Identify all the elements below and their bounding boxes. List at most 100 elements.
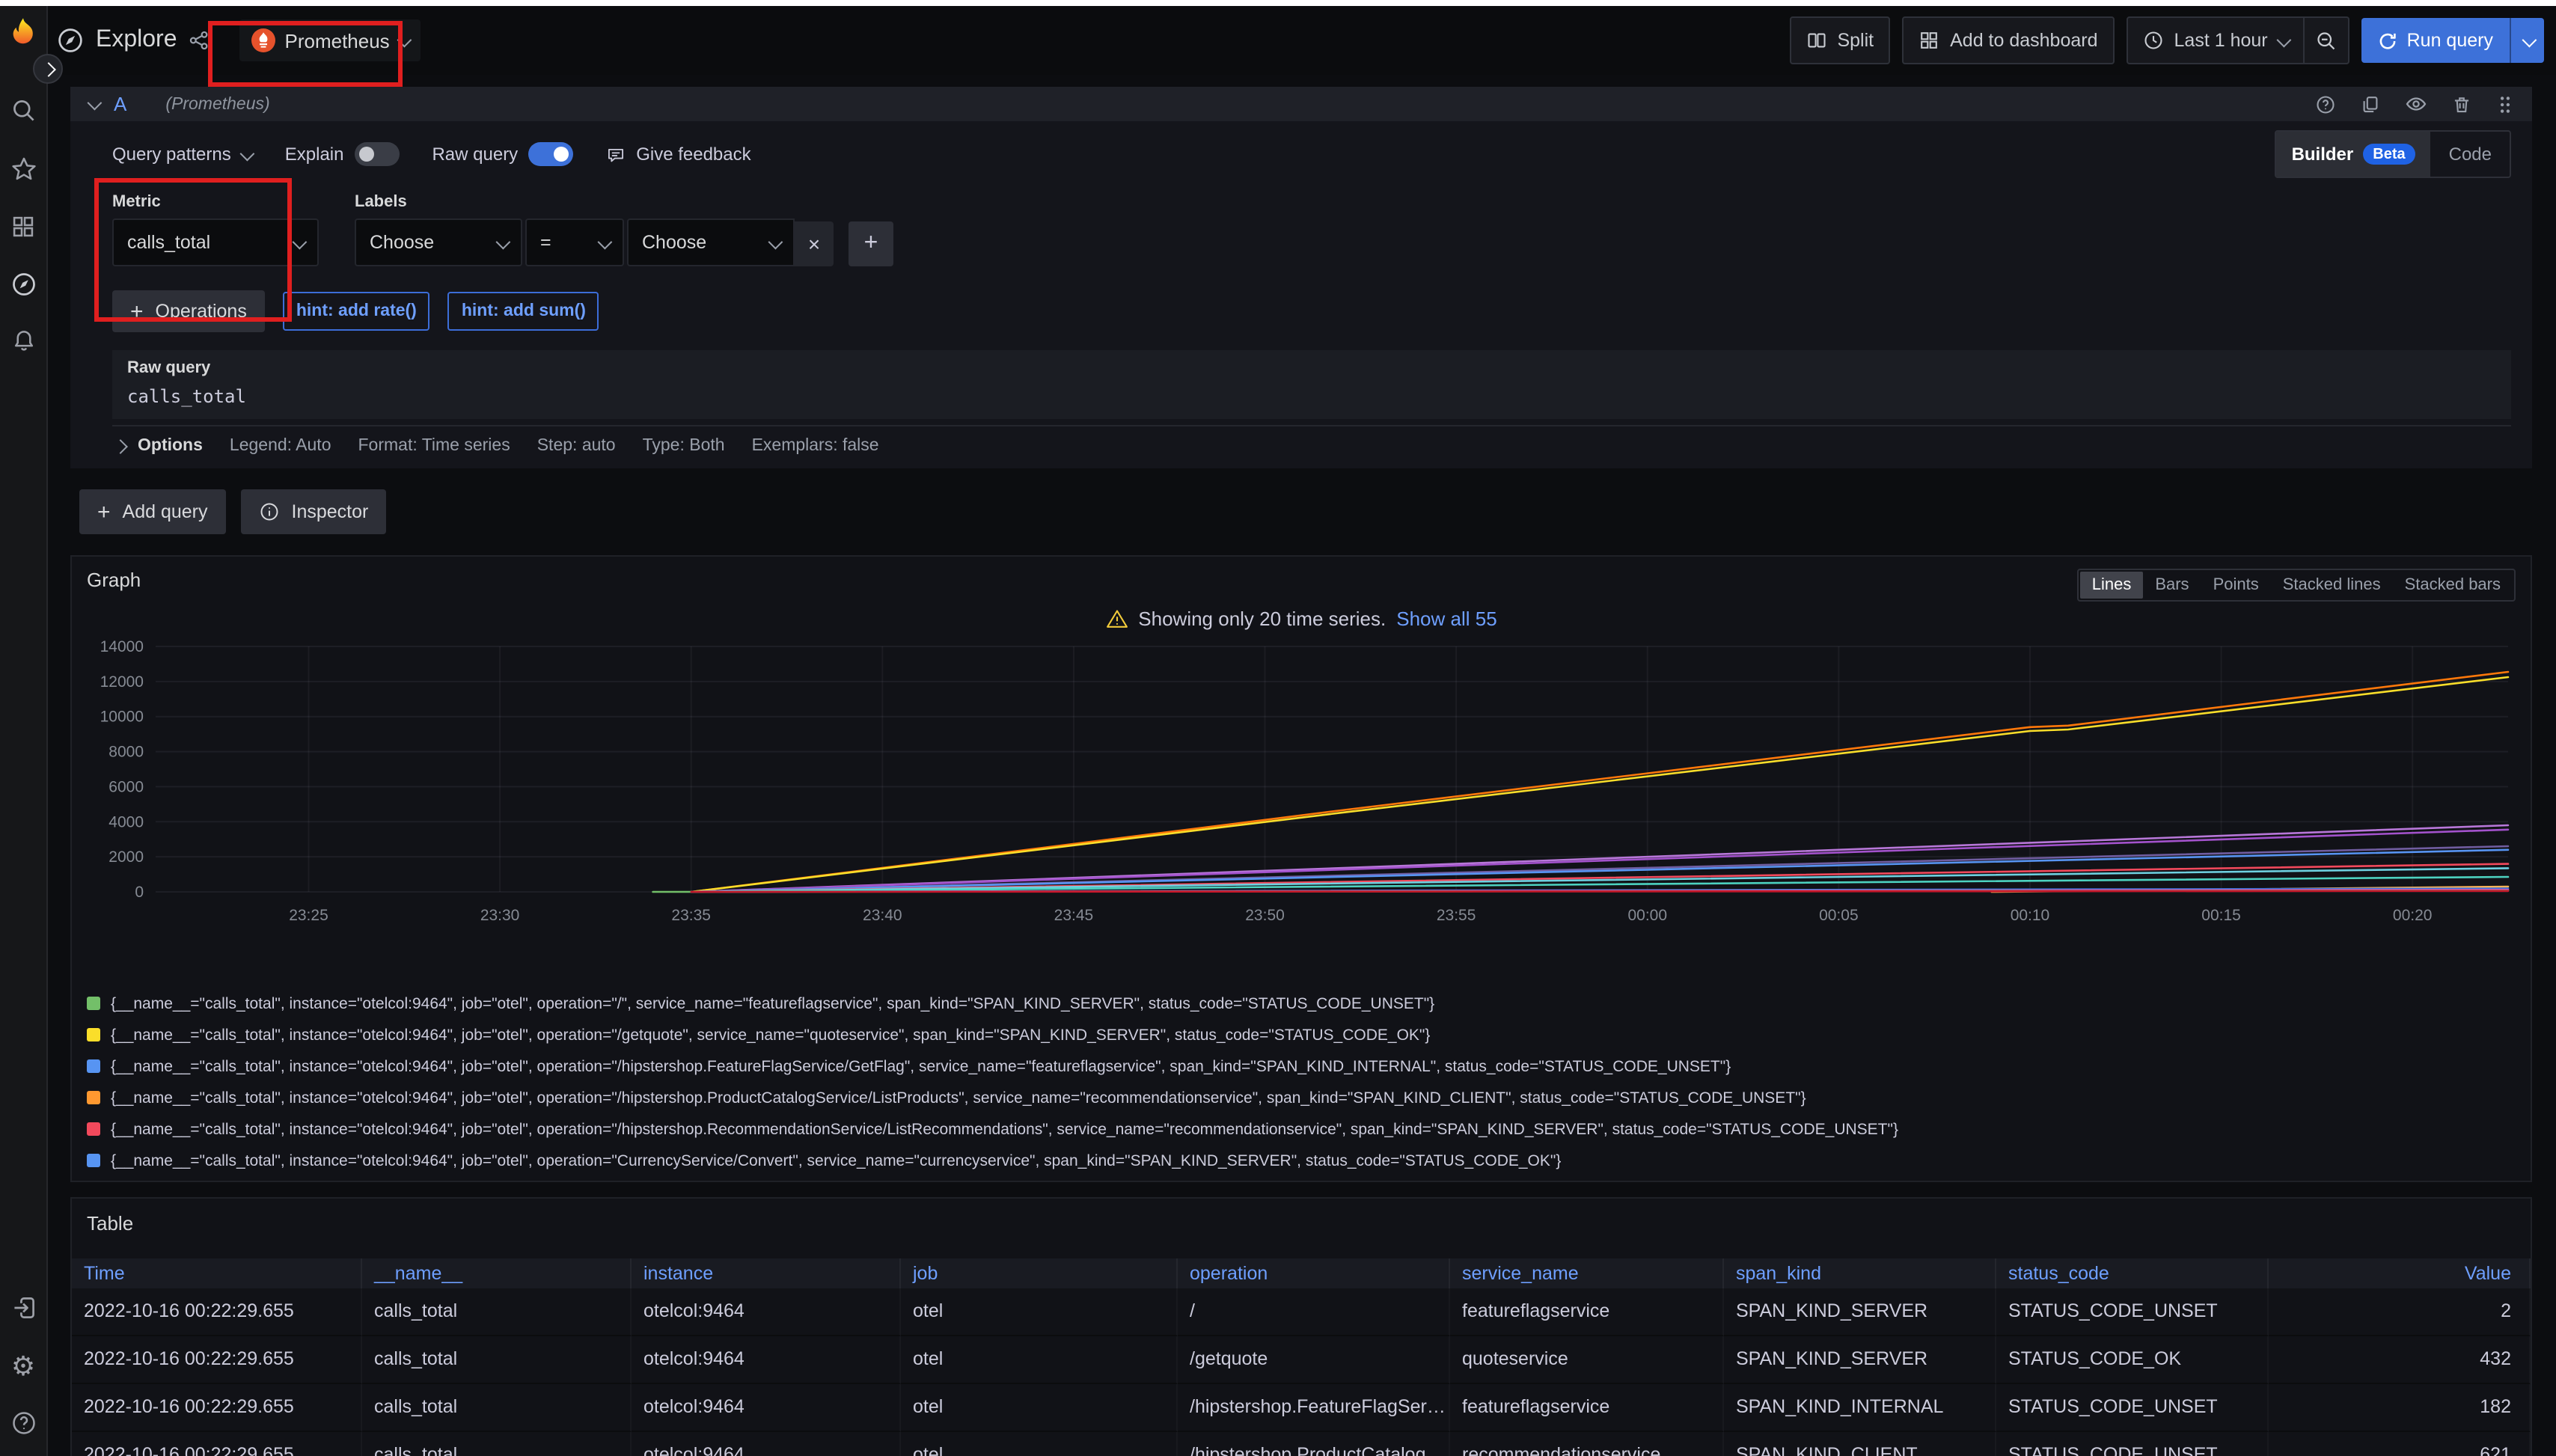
main-content: A (Prometheus) (70, 75, 2532, 1456)
plus-icon: + (864, 230, 878, 257)
inspector-button[interactable]: Inspector (241, 489, 387, 534)
star-icon[interactable] (0, 156, 46, 183)
column-header-job[interactable]: job (901, 1258, 1178, 1288)
add-to-dashboard-button[interactable]: Add to dashboard (1902, 16, 2114, 64)
query-editor-body: Query patterns Explain Raw query (70, 136, 2532, 465)
table-cell: 2022-10-16 00:22:29.655 (72, 1288, 362, 1336)
add-to-dashboard-label: Add to dashboard (1950, 30, 2097, 51)
duplicate-query-icon[interactable] (2360, 94, 2381, 114)
mode-stacked-lines[interactable]: Stacked lines (2271, 572, 2393, 599)
column-header-operation[interactable]: operation (1178, 1258, 1450, 1288)
query-row-actions (2315, 93, 2514, 115)
table-cell: recommendationservice (1450, 1432, 1724, 1456)
split-button[interactable]: Split (1789, 16, 1890, 64)
help-icon[interactable] (0, 1410, 46, 1437)
svg-text:23:55: 23:55 (1437, 907, 1476, 924)
graph-svg[interactable]: 0200040006000800010000120001400023:2523:… (87, 634, 2519, 928)
legend-swatch (87, 997, 100, 1010)
time-range-picker[interactable]: Last 1 hour (2127, 16, 2305, 64)
column-header-name[interactable]: __name__ (362, 1258, 632, 1288)
query-patterns-dropdown[interactable]: Query patterns (112, 144, 252, 165)
svg-text:00:05: 00:05 (1819, 907, 1859, 924)
run-query-main[interactable]: Run query (2362, 18, 2510, 63)
graph-header: Graph Lines Bars Points Stacked lines St… (87, 569, 2516, 602)
metric-select[interactable]: calls_total (112, 218, 319, 266)
mode-bars[interactable]: Bars (2143, 572, 2201, 599)
sidebar-expand-button[interactable] (33, 54, 63, 84)
raw-query-toggle[interactable] (528, 142, 573, 166)
legend-item[interactable]: {__name__="calls_total", instance="otelc… (87, 1145, 2516, 1176)
delete-query-trash-icon[interactable] (2451, 94, 2472, 114)
svg-text:23:40: 23:40 (863, 907, 902, 924)
page-title: Explore (96, 27, 177, 54)
label-op-select[interactable]: = (525, 218, 624, 266)
mode-lines[interactable]: Lines (2080, 572, 2144, 599)
mode-points[interactable]: Points (2201, 572, 2271, 599)
legend-item[interactable]: {__name__="calls_total", instance="otelc… (87, 1019, 2516, 1050)
explore-compass-icon (57, 27, 84, 54)
query-help-icon[interactable] (2315, 94, 2336, 114)
column-header-spankind[interactable]: span_kind (1724, 1258, 1996, 1288)
label-key-select[interactable]: Choose (355, 218, 522, 266)
hint-add-rate-button[interactable]: hint: add rate() (283, 292, 430, 331)
table-cell: otel (901, 1432, 1178, 1456)
query-row-header[interactable]: A (Prometheus) (70, 87, 2532, 121)
zoom-out-button[interactable] (2305, 16, 2350, 64)
table-cell: featureflagservice (1450, 1384, 1724, 1432)
raw-query-block: Raw query calls_total (112, 350, 2511, 419)
share-icon[interactable] (189, 30, 210, 51)
close-icon: × (808, 232, 820, 256)
column-header-time[interactable]: Time (72, 1258, 362, 1288)
add-query-button[interactable]: + Add query (79, 489, 226, 534)
column-header-statuscode[interactable]: status_code (1996, 1258, 2269, 1288)
run-query-dropdown[interactable] (2510, 18, 2544, 63)
svg-text:23:35: 23:35 (671, 907, 711, 924)
builder-tab[interactable]: Builder Beta (2277, 132, 2431, 177)
collapse-chevron-icon[interactable] (88, 96, 103, 111)
give-feedback-label: Give feedback (636, 144, 750, 165)
apps-grid-icon[interactable] (0, 214, 46, 239)
legend-item[interactable]: {__name__="calls_total", instance="otelc… (87, 1113, 2516, 1145)
sidebar: ⚙ (0, 6, 48, 1456)
grafana-logo[interactable] (0, 16, 46, 48)
hint-add-sum-button[interactable]: hint: add sum() (448, 292, 599, 331)
search-icon[interactable] (0, 97, 46, 124)
options-row[interactable]: Options Legend: Auto Format: Time series… (112, 425, 2511, 465)
grafana-explore-page: Explore Prometheus (0, 0, 2556, 1456)
operations-button[interactable]: + Operations (112, 290, 265, 332)
chevron-down-icon (768, 234, 783, 249)
table-cell: otelcol:9464 (632, 1336, 901, 1384)
show-all-series-link[interactable]: Show all 55 (1396, 607, 1496, 629)
gear-icon[interactable]: ⚙ (0, 1353, 46, 1380)
bell-icon[interactable] (0, 328, 46, 355)
column-header-value[interactable]: Value (2269, 1258, 2531, 1288)
run-query-button[interactable]: Run query (2362, 18, 2544, 63)
legend-label: {__name__="calls_total", instance="otelc… (111, 1151, 1561, 1169)
split-label: Split (1837, 30, 1874, 51)
legend-item[interactable]: {__name__="calls_total", instance="otelc… (87, 988, 2516, 1019)
remove-label-filter-button[interactable]: × (795, 221, 834, 266)
chevron-right-icon (113, 438, 128, 453)
label-value-select[interactable]: Choose (627, 218, 795, 266)
builder-label: Builder (2292, 144, 2354, 165)
legend-label: {__name__="calls_total", instance="otelc… (111, 1120, 1898, 1138)
builder-code-switch: Builder Beta Code (2275, 130, 2511, 178)
explain-toggle[interactable] (354, 142, 399, 166)
option-exemplars: Exemplars: false (752, 437, 879, 455)
legend-item[interactable]: {__name__="calls_total", instance="otelc… (87, 1050, 2516, 1082)
table-cell: otelcol:9464 (632, 1432, 901, 1456)
code-tab[interactable]: Code (2431, 144, 2510, 165)
explore-compass-icon[interactable] (0, 271, 46, 298)
add-label-filter-button[interactable]: + (849, 221, 893, 266)
give-feedback-link[interactable]: Give feedback (606, 144, 750, 165)
sign-in-icon[interactable] (0, 1294, 46, 1321)
legend-item[interactable]: {__name__="calls_total", instance="otelc… (87, 1082, 2516, 1113)
drag-handle-icon[interactable] (2496, 94, 2514, 114)
table-cell: SPAN_KIND_SERVER (1724, 1336, 1996, 1384)
datasource-picker[interactable]: Prometheus (240, 19, 421, 61)
datasource-name: Prometheus (285, 29, 390, 52)
hide-query-eye-icon[interactable] (2405, 93, 2427, 115)
mode-stacked-bars[interactable]: Stacked bars (2393, 572, 2513, 599)
column-header-servicename[interactable]: service_name (1450, 1258, 1724, 1288)
column-header-instance[interactable]: instance (632, 1258, 901, 1288)
